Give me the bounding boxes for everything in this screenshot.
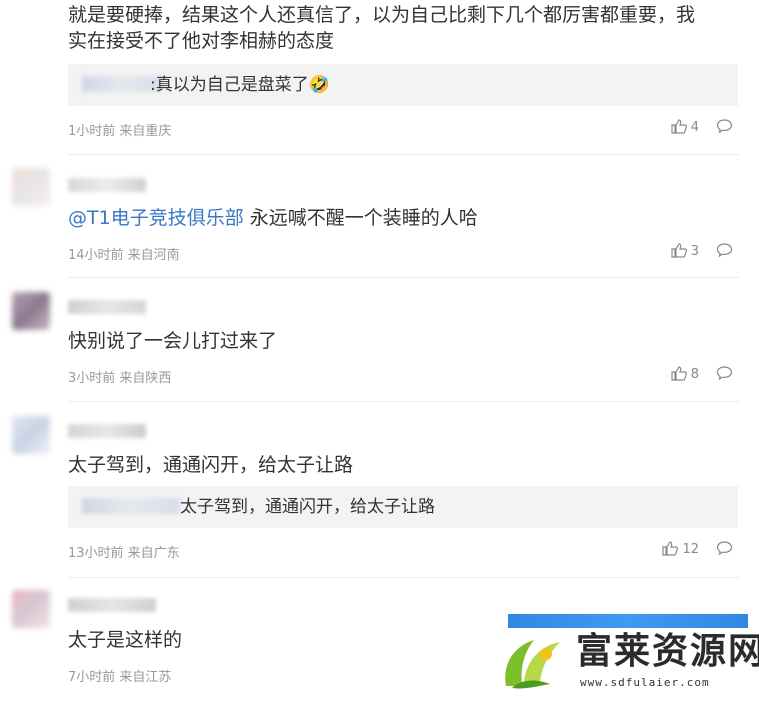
divider bbox=[68, 577, 739, 578]
username-blurred[interactable] bbox=[68, 300, 146, 314]
username-blurred[interactable] bbox=[68, 178, 146, 192]
comment-text: 快别说了一会儿打过来了 bbox=[68, 330, 278, 352]
like-button[interactable]: 4 bbox=[671, 119, 699, 135]
thumbs-up-icon bbox=[671, 366, 687, 381]
quoted-text: 太子驾到，通通闪开，给太子让路 bbox=[180, 497, 435, 517]
like-button[interactable]: 3 bbox=[671, 243, 699, 259]
comment-text: 就是要硬捧，结果这个人还真信了，以为自己比剩下几个都厉害都重要，我 实在接受不了… bbox=[68, 2, 748, 54]
like-count: 12 bbox=[682, 542, 699, 557]
quoted-text: :真以为自己是盘菜了🤣 bbox=[150, 75, 330, 95]
comment-text-line: 就是要硬捧，结果这个人还真信了，以为自己比剩下几个都厉害都重要，我 bbox=[68, 4, 696, 26]
avatar[interactable] bbox=[12, 168, 50, 206]
reply-icon[interactable] bbox=[716, 365, 733, 381]
like-count: 8 bbox=[690, 367, 699, 382]
reply-icon[interactable] bbox=[716, 540, 733, 556]
comment-meta: 1小时前 来自重庆 bbox=[68, 124, 172, 139]
avatar[interactable] bbox=[12, 416, 50, 454]
thumbs-up-icon bbox=[671, 243, 687, 258]
comment-meta: 14小时前 来自河南 bbox=[68, 248, 180, 263]
mention-link[interactable]: @T1电子竞技俱乐部 bbox=[68, 207, 244, 229]
watermark: 富莱资源网 www.sdfulaier.com bbox=[488, 614, 759, 702]
comment-meta: 7小时前 来自江苏 bbox=[68, 670, 172, 685]
quoted-username-blurred bbox=[82, 498, 180, 514]
watermark-url: www.sdfulaier.com bbox=[580, 676, 710, 689]
comment-text-body: 永远喊不醒一个装睡的人哈 bbox=[243, 207, 478, 229]
thumbs-up-icon bbox=[662, 541, 679, 556]
divider bbox=[68, 277, 739, 278]
username-blurred[interactable] bbox=[68, 424, 146, 438]
divider bbox=[68, 154, 739, 155]
comment-meta: 13小时前 来自广东 bbox=[68, 546, 180, 561]
comment-text-line: 实在接受不了他对李相赫的态度 bbox=[68, 30, 335, 52]
like-button[interactable]: 12 bbox=[662, 541, 699, 557]
reply-icon[interactable] bbox=[716, 242, 733, 258]
thumbs-up-icon bbox=[671, 119, 687, 134]
like-count: 4 bbox=[690, 120, 699, 135]
avatar[interactable] bbox=[12, 292, 50, 330]
comment-text: @T1电子竞技俱乐部 永远喊不醒一个装睡的人哈 bbox=[68, 205, 748, 231]
watermark-title: 富莱资源网 bbox=[576, 630, 759, 672]
reply-icon[interactable] bbox=[716, 118, 733, 134]
like-count: 3 bbox=[690, 244, 699, 259]
like-button[interactable]: 8 bbox=[671, 366, 699, 382]
quoted-reply[interactable]: 太子驾到，通通闪开，给太子让路 bbox=[68, 486, 738, 528]
divider bbox=[68, 401, 739, 402]
username-blurred[interactable] bbox=[68, 598, 156, 612]
grass-logo-icon bbox=[505, 640, 560, 689]
comment-text: 太子驾到，通通闪开，给太子让路 bbox=[68, 454, 354, 476]
quoted-reply[interactable]: :真以为自己是盘菜了🤣 bbox=[68, 64, 738, 106]
comment-meta: 3小时前 来自陕西 bbox=[68, 371, 172, 386]
avatar[interactable] bbox=[12, 590, 50, 628]
